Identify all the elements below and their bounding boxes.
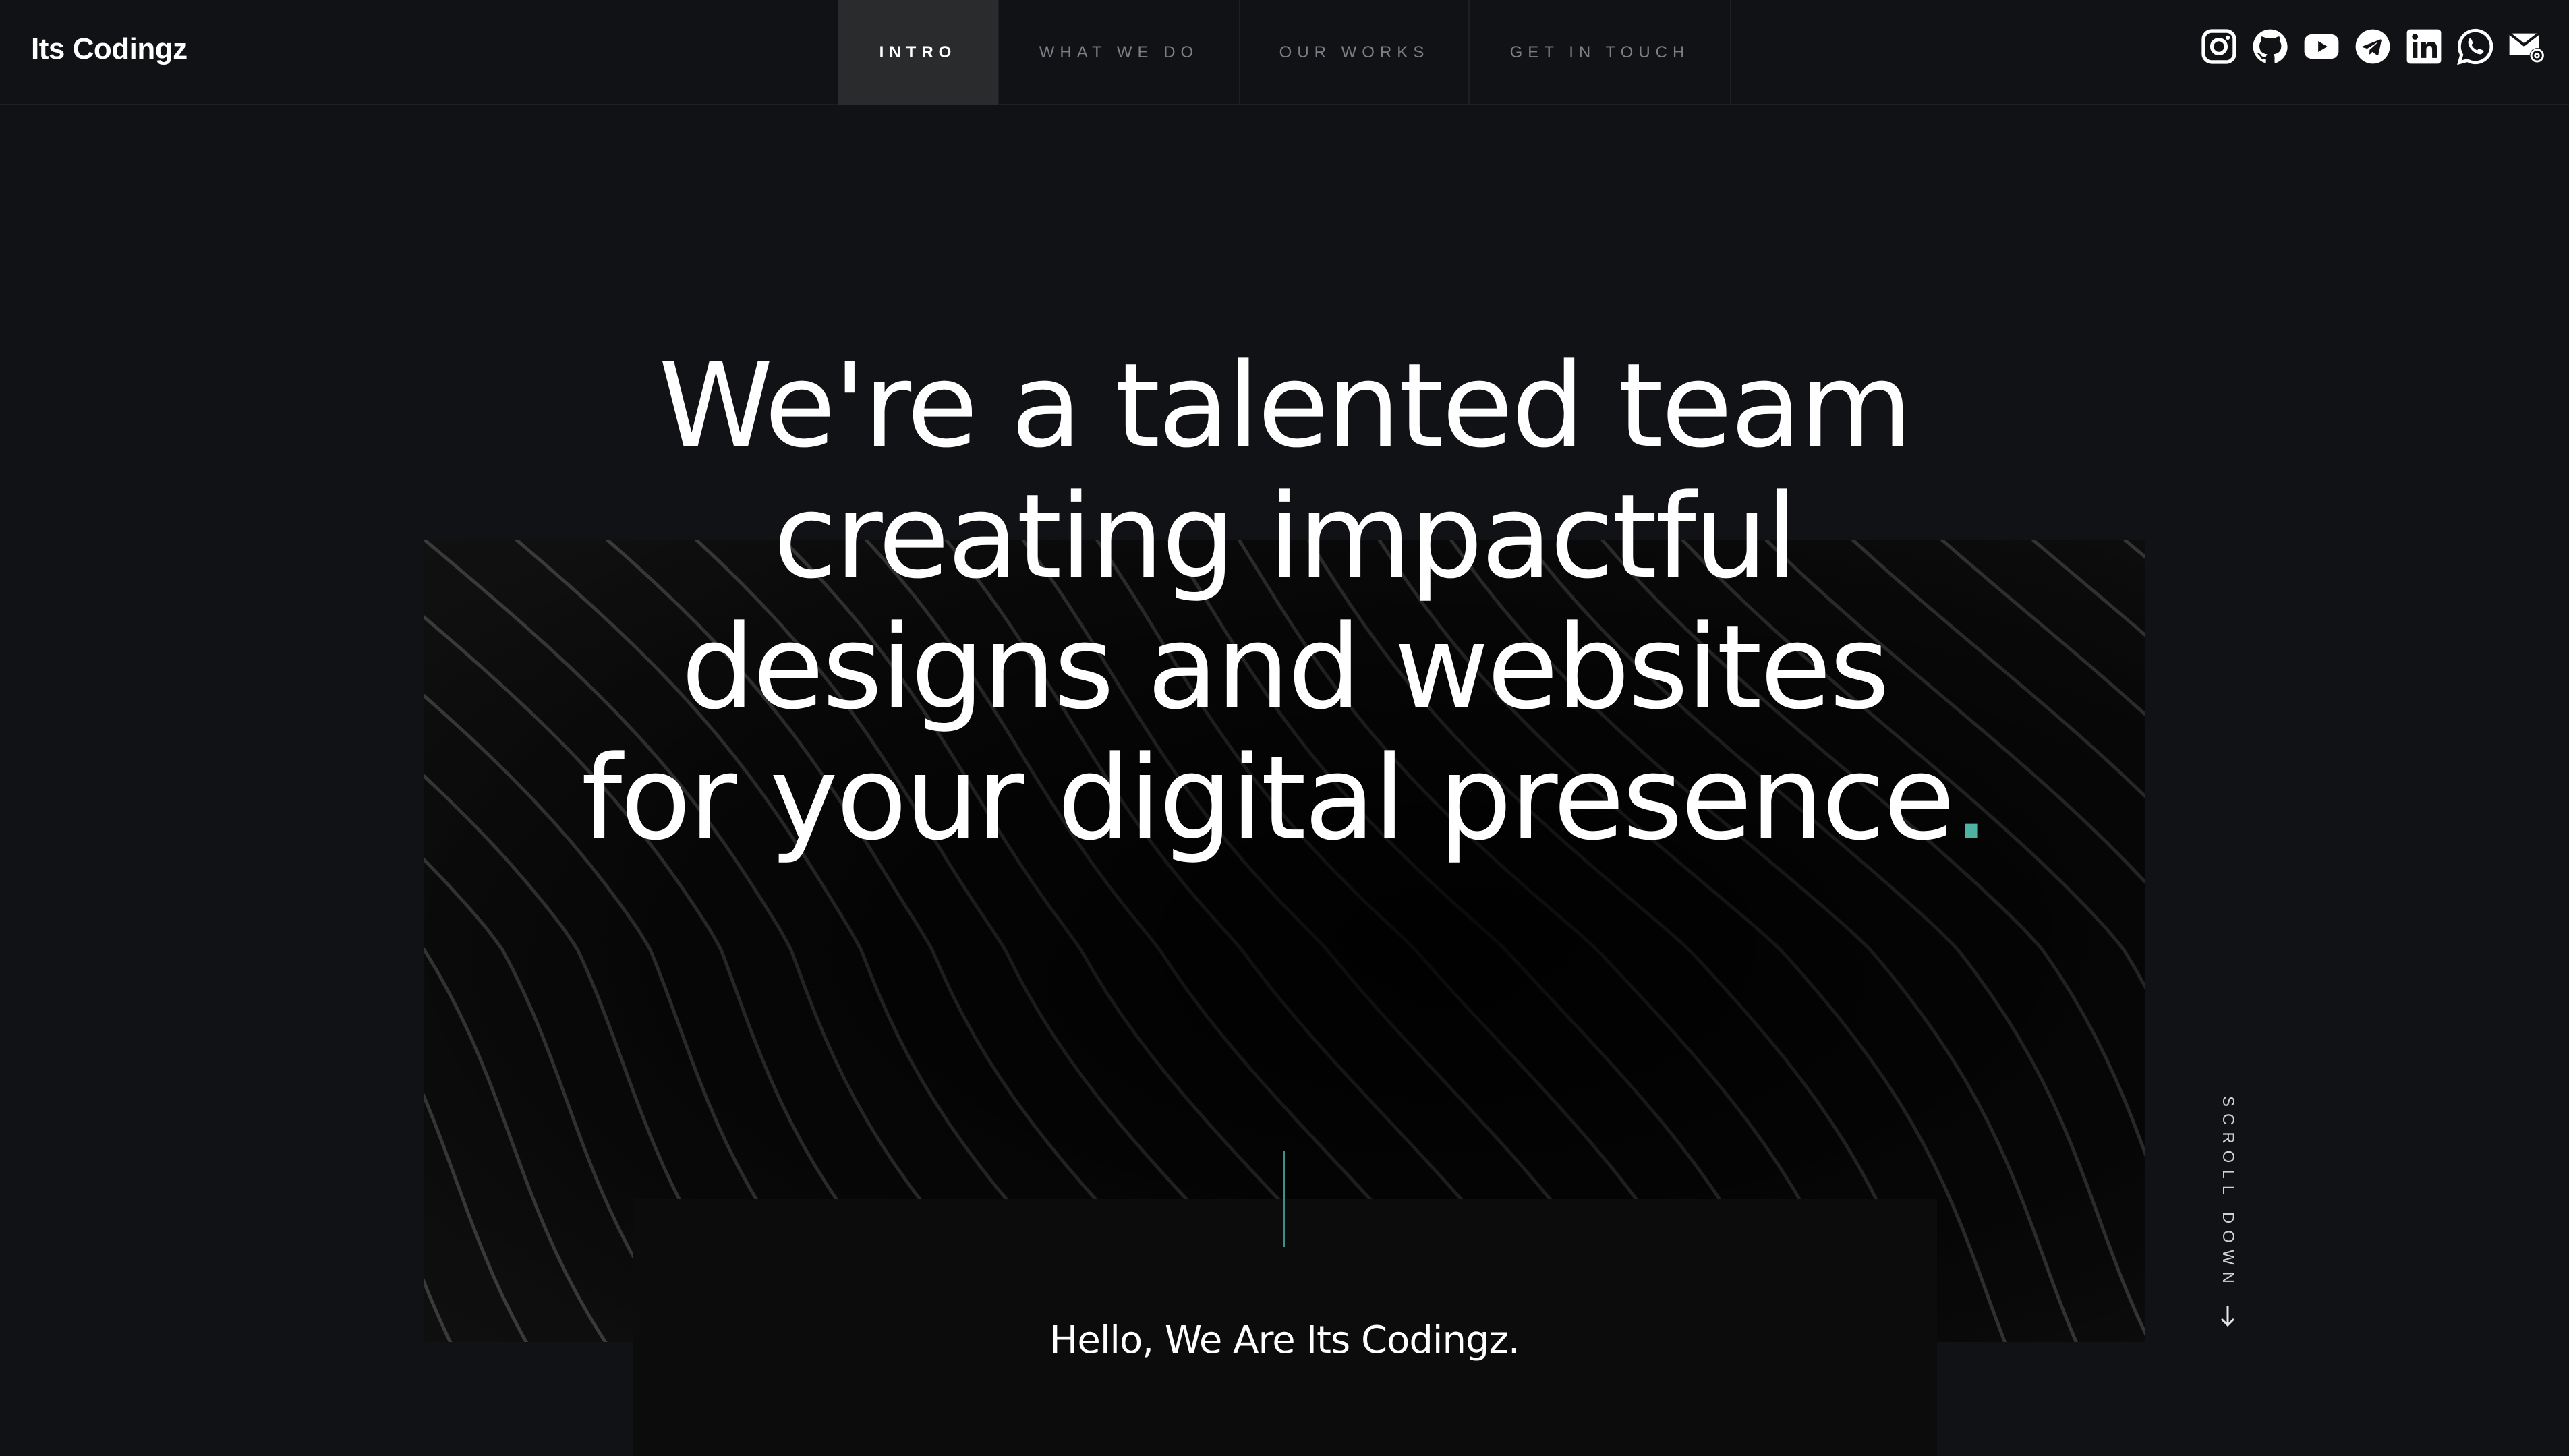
nav-item-what-we-do[interactable]: WHAT WE DO [999,0,1240,105]
instagram-icon[interactable] [2199,27,2239,66]
youtube-icon[interactable] [2302,27,2341,66]
arrow-down-icon [2220,1306,2235,1327]
headline-line: We're a talented team [658,338,1912,473]
headline-line-text: for your digital presence [581,730,1955,866]
headline-line: designs and websites [681,600,1890,735]
whatsapp-icon[interactable] [2456,27,2495,66]
scroll-down-link[interactable]: SCROLL DOWN [2216,1096,2240,1328]
site-header: Its Codingz INTRO WHAT WE DO OUR WORKS G… [0,0,2569,105]
intro-greeting: Hello, We Are Its Codingz. [1049,1318,1520,1362]
github-icon[interactable] [2251,27,2290,66]
scroll-down-label: SCROLL DOWN [2219,1096,2237,1290]
hero-headline: We're a talented team creating impactful… [0,341,2569,864]
telegram-icon[interactable] [2353,27,2392,66]
site-logo[interactable]: Its Codingz [31,32,187,66]
linkedin-icon[interactable] [2404,27,2444,66]
nav-item-get-in-touch[interactable]: GET IN TOUCH [1470,0,1731,105]
main-nav: INTRO WHAT WE DO OUR WORKS GET IN TOUCH [838,0,1731,105]
nav-item-our-works[interactable]: OUR WORKS [1240,0,1470,105]
headline-line: creating impactful [773,469,1797,604]
headline-line-last: for your digital presence. [0,733,2569,864]
social-links [2199,27,2546,66]
headline-accent-dot: . [1953,730,1990,866]
nav-item-intro[interactable]: INTRO [838,0,999,105]
accent-vertical-line [1283,1151,1285,1247]
email-icon[interactable] [2507,27,2546,66]
